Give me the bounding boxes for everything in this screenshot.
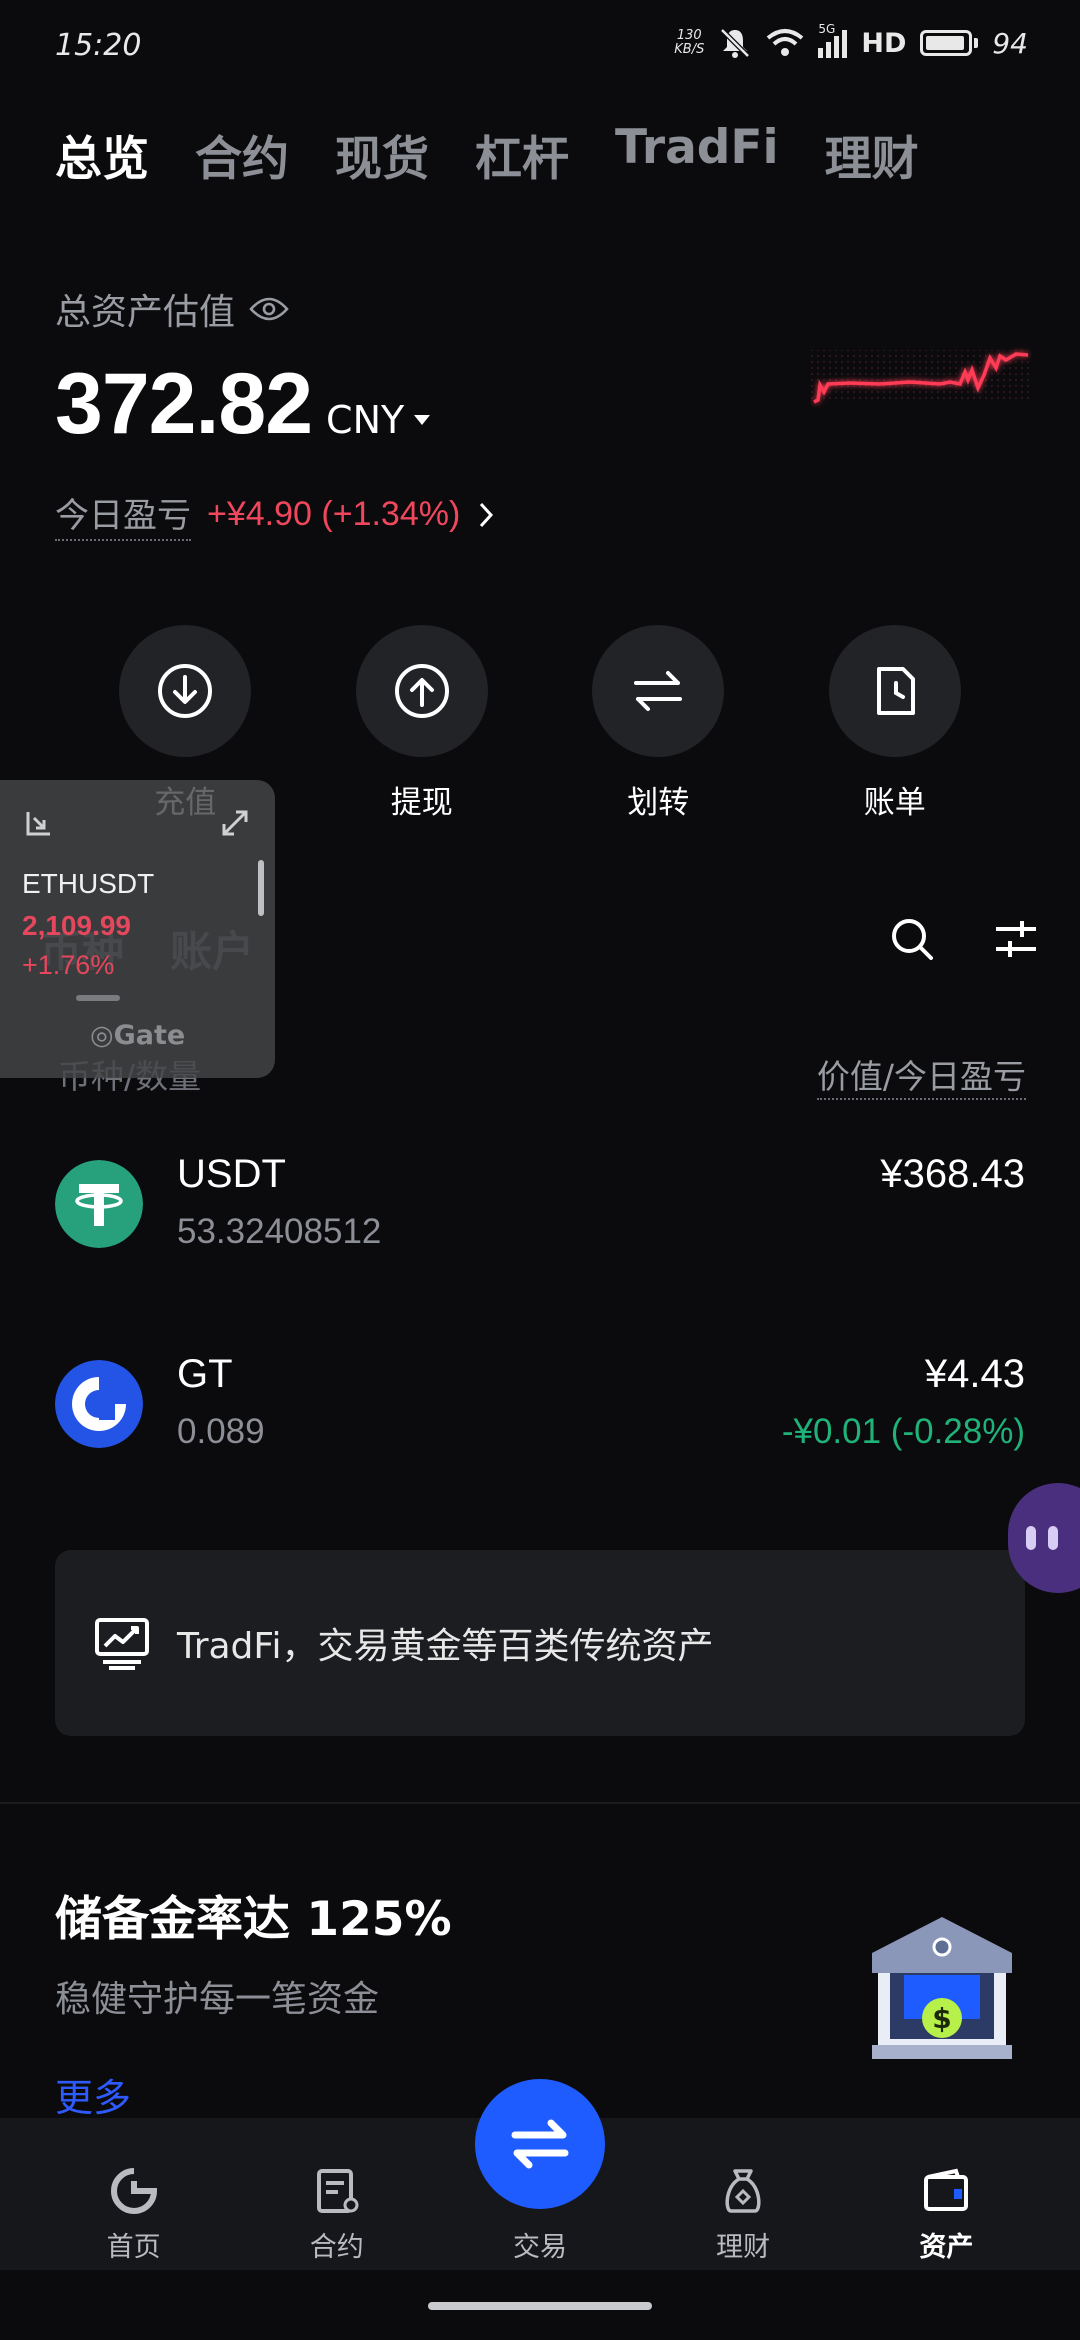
today-pnl-value: +¥4.90 (+1.34%) xyxy=(207,495,461,533)
gt-coin-icon xyxy=(55,1360,143,1448)
bank-vault-icon: $ xyxy=(872,1917,1012,2059)
transfer-icon xyxy=(634,671,683,711)
deposit-icon xyxy=(158,664,213,718)
asset-trend-sparkline xyxy=(810,350,1032,404)
battery-icon xyxy=(920,30,973,56)
tab-3[interactable]: 杠杆 xyxy=(475,120,569,189)
currency-selector[interactable]: CNY xyxy=(326,398,431,442)
wallet-icon xyxy=(924,2168,969,2211)
trade-button[interactable] xyxy=(475,2079,605,2209)
asset-row-gt[interactable]: GT 0.089 ¥4.43 -¥0.01 (-0.28%) xyxy=(0,1330,1080,1490)
nav-home[interactable]: 首页 xyxy=(59,2125,209,2264)
asset-row-usdt[interactable]: USDT 53.32408512 ¥368.43 xyxy=(0,1130,1080,1290)
filter-settings-icon[interactable] xyxy=(992,915,1040,963)
earn-icon xyxy=(725,2168,761,2213)
home-indicator[interactable] xyxy=(428,2302,652,2310)
tradfi-banner[interactable]: TradFi，交易黄金等百类传统资产 xyxy=(55,1550,1025,1736)
withdraw-icon xyxy=(394,664,449,718)
bill-button[interactable]: 账单 xyxy=(795,625,995,822)
tab-4[interactable]: TradFi xyxy=(615,120,779,189)
caret-down-icon xyxy=(414,415,431,425)
total-amount: 372.82 xyxy=(55,356,313,452)
gate-logo: ◎Gate xyxy=(90,1020,186,1051)
today-pnl[interactable]: 今日盈亏 +¥4.90 (+1.34%) xyxy=(55,488,496,541)
bill-icon xyxy=(876,667,915,715)
top-tabs: 总览 合约 现货 杠杆 TradFi 理财 xyxy=(55,120,919,189)
battery-level: 94 xyxy=(992,26,1028,60)
section-divider xyxy=(0,1802,1080,1804)
wifi-icon xyxy=(767,29,804,56)
mute-bell-icon xyxy=(720,28,751,58)
widget-price: 2,109.99 xyxy=(22,910,131,941)
hd-indicator: HD xyxy=(861,27,907,59)
widget-symbol: ETHUSDT xyxy=(22,868,155,899)
chevron-right-icon xyxy=(480,502,494,527)
eye-icon[interactable] xyxy=(249,295,289,323)
floating-price-widget[interactable]: ETHUSDT 2,109.99 +1.76% ◎Gate xyxy=(0,780,275,1078)
expand-icon[interactable] xyxy=(220,808,250,838)
net-speed: 130 KB/S xyxy=(674,28,705,57)
status-time: 15:20 xyxy=(55,28,142,63)
chart-monitor-icon xyxy=(95,1618,149,1670)
widget-handle[interactable] xyxy=(76,995,120,1001)
total-assets-label: 总资产估值 xyxy=(55,283,289,335)
futures-icon xyxy=(316,2168,359,2213)
tab-5[interactable]: 理财 xyxy=(825,120,919,189)
tab-0[interactable]: 总览 xyxy=(55,120,149,189)
withdraw-button[interactable]: 提现 xyxy=(322,625,522,822)
status-icons: 130 KB/S 5G HD 94 xyxy=(674,22,1028,60)
nav-assets[interactable]: 资产 xyxy=(871,2125,1021,2264)
widget-scrollbar[interactable] xyxy=(258,860,264,916)
asset-tools xyxy=(888,915,1040,963)
reserve-subtitle: 稳健守护每一笔资金 xyxy=(55,1979,380,2020)
nav-earn[interactable]: 理财 xyxy=(668,2125,818,2264)
total-assets-value: 372.82 CNY xyxy=(55,355,431,454)
widget-change: +1.76% xyxy=(22,950,115,980)
search-icon[interactable] xyxy=(888,915,936,963)
reserve-title: 储备金率达 125% xyxy=(55,1892,452,1947)
signal-icon: 5G xyxy=(818,22,848,58)
tab-2[interactable]: 现货 xyxy=(335,120,429,189)
collapse-icon[interactable] xyxy=(24,808,54,838)
svg-text:$: $ xyxy=(932,2002,951,2035)
tab-1[interactable]: 合约 xyxy=(195,120,289,189)
reserve-more-link[interactable]: 更多 xyxy=(55,2067,131,2122)
home-icon xyxy=(110,2167,157,2214)
nav-futures[interactable]: 合约 xyxy=(262,2125,412,2264)
column-header-value[interactable]: 价值/今日盈亏 xyxy=(816,1050,1026,1100)
trade-icon xyxy=(511,2119,569,2169)
transfer-button[interactable]: 划转 xyxy=(558,625,758,822)
usdt-coin-icon xyxy=(55,1160,143,1248)
